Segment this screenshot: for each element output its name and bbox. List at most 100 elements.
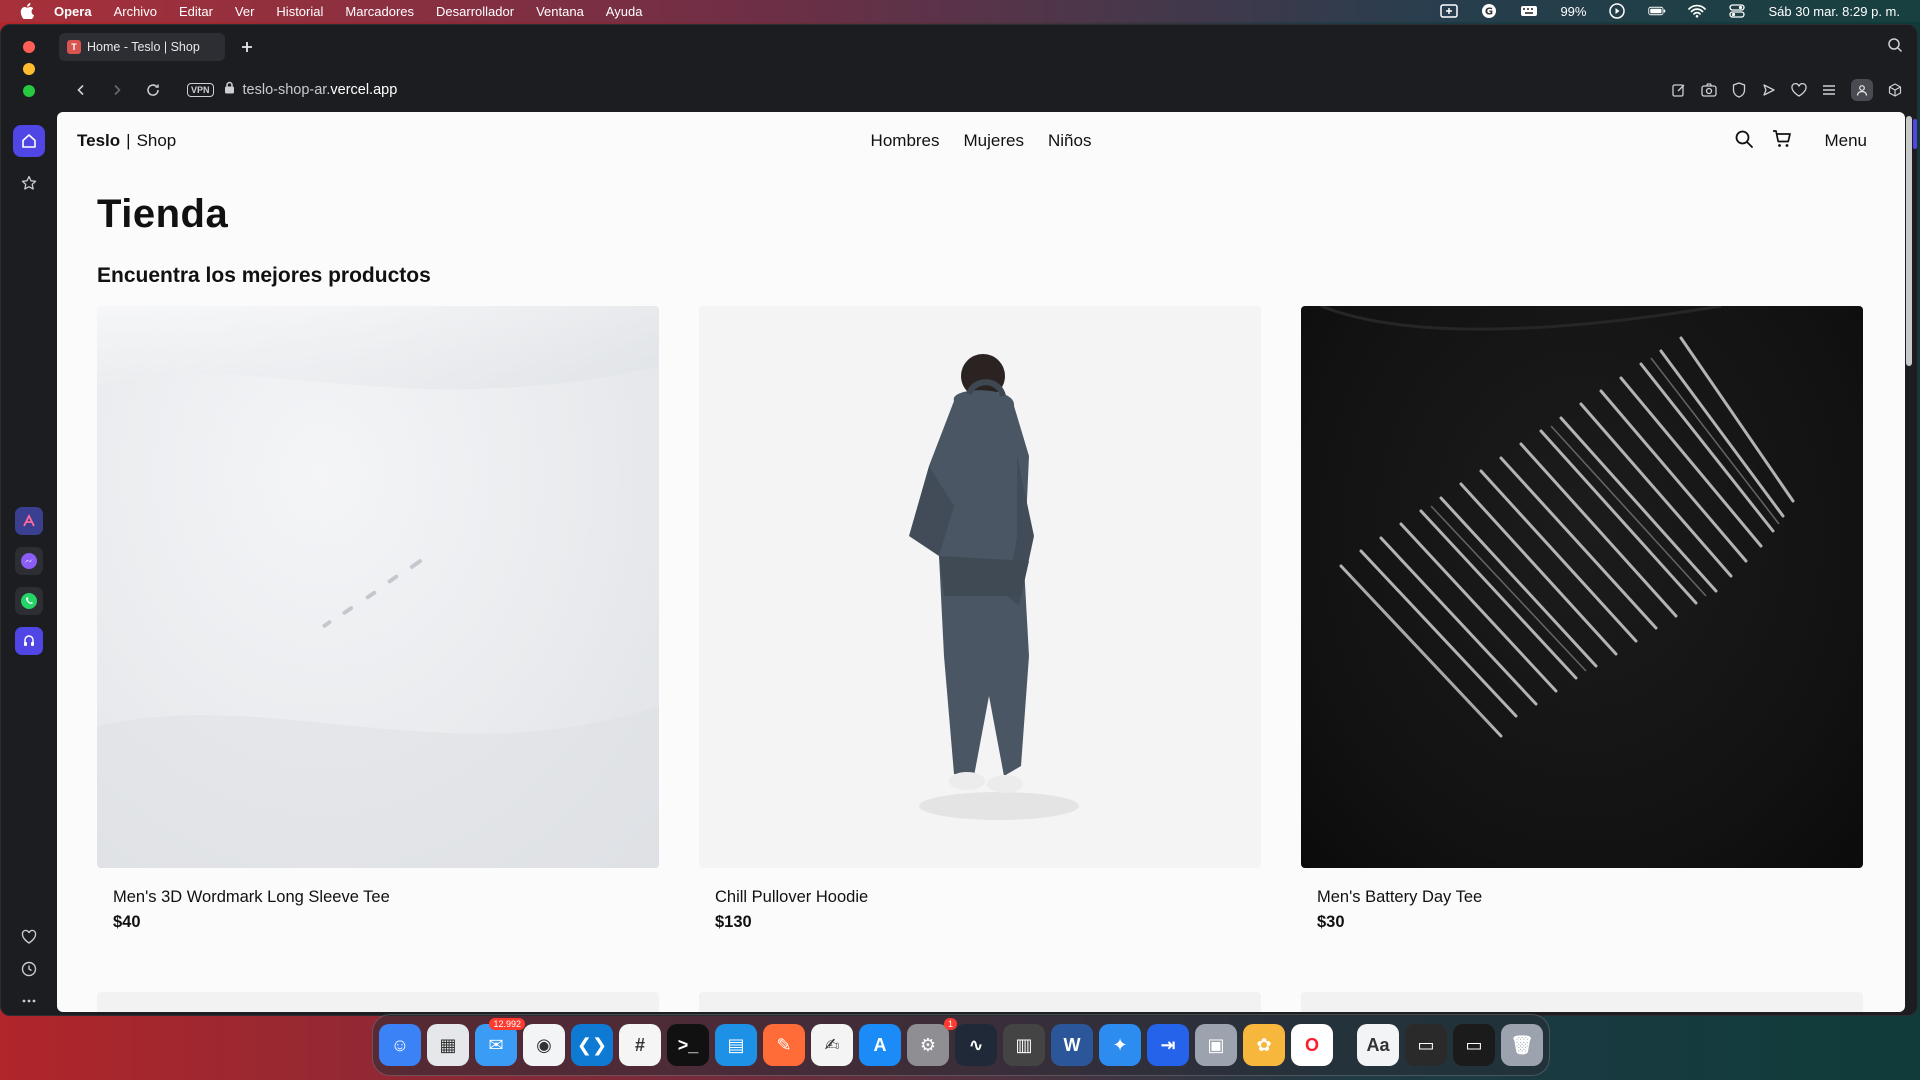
minimize-window-button[interactable] <box>23 63 35 75</box>
page-scrollbar[interactable] <box>1905 112 1913 1012</box>
product-card-placeholder[interactable] <box>97 992 659 1012</box>
home-icon[interactable] <box>13 125 45 157</box>
remote-desktop-icon[interactable]: ⇥ <box>1147 1024 1189 1066</box>
zoom-window-button[interactable] <box>23 85 35 97</box>
scrollbar-thumb[interactable] <box>1906 116 1912 366</box>
menu-desarrollador[interactable]: Desarrollador <box>425 4 525 19</box>
trash-icon[interactable]: 🗑 <box>1501 1024 1543 1066</box>
wifi-icon[interactable] <box>1688 4 1707 18</box>
svg-text:G: G <box>1485 7 1493 18</box>
product-grid: Men's 3D Wordmark Long Sleeve Tee $40 Ch… <box>97 306 1863 932</box>
calculator-icon[interactable]: ▥ <box>1003 1024 1045 1066</box>
back-button[interactable] <box>67 76 95 104</box>
flow-send-icon[interactable] <box>1761 82 1777 98</box>
notification-badge: 12.992 <box>489 1018 525 1030</box>
activity-monitor-icon[interactable]: ∿ <box>955 1024 997 1066</box>
new-tab-button[interactable] <box>237 37 257 57</box>
product-image-black-tee[interactable] <box>1301 306 1863 868</box>
tab-search-icon[interactable] <box>1887 37 1903 58</box>
word-icon[interactable]: W <box>1051 1024 1093 1066</box>
menu-ver[interactable]: Ver <box>224 4 266 19</box>
chrome-icon[interactable]: ◉ <box>523 1024 565 1066</box>
pinboard-star-icon[interactable] <box>13 167 45 199</box>
keyboard-icon[interactable] <box>1520 4 1538 18</box>
product-image-hoodie[interactable] <box>699 306 1261 868</box>
control-center-icon[interactable] <box>1728 4 1746 18</box>
aria-icon[interactable] <box>15 507 43 535</box>
mail-icon[interactable]: ✉ 12.992 <box>475 1018 525 1066</box>
product-image-white-tee[interactable] <box>97 306 659 868</box>
menu-app-name[interactable]: Opera <box>54 4 103 19</box>
vscode-icon[interactable]: ❮❯ <box>571 1024 613 1066</box>
forward-button[interactable] <box>103 76 131 104</box>
edit-page-icon[interactable] <box>1671 82 1687 98</box>
product-name[interactable]: Chill Pullover Hoodie <box>699 888 1261 907</box>
textedit-icon[interactable]: ✍ <box>811 1024 853 1066</box>
launchpad-icon[interactable]: ▦ <box>427 1024 469 1066</box>
menubar-datetime[interactable]: Sáb 30 mar. 8:29 p. m. <box>1768 4 1900 19</box>
finder-icon[interactable]: ☺ <box>379 1024 421 1066</box>
window-thumb-icon[interactable]: ▭ <box>1453 1024 1495 1066</box>
vpn-badge[interactable]: VPN <box>187 83 214 97</box>
screen-share-icon[interactable] <box>1440 4 1459 18</box>
messenger-icon[interactable] <box>15 547 43 575</box>
system-settings-icon[interactable]: ⚙ 1 <box>907 1018 957 1066</box>
safari-icon[interactable]: ✦ <box>1099 1024 1141 1066</box>
page-subtitle: Encuentra los mejores productos <box>97 264 431 287</box>
window-thumb-icon[interactable]: ▭ <box>1405 1024 1447 1066</box>
reload-button[interactable] <box>139 76 167 104</box>
snapshot-camera-icon[interactable] <box>1701 82 1717 98</box>
product-card[interactable]: Men's Battery Day Tee $30 <box>1301 306 1863 932</box>
play-icon[interactable] <box>1608 3 1626 19</box>
apple-menu-icon[interactable] <box>20 3 34 19</box>
docker-icon[interactable]: ▤ <box>715 1024 757 1066</box>
appstore-icon[interactable]: A <box>859 1024 901 1066</box>
font-book-icon[interactable]: Aa <box>1357 1024 1399 1066</box>
slack-icon[interactable]: # <box>619 1024 661 1066</box>
favorites-heart-icon[interactable] <box>13 921 45 953</box>
close-window-button[interactable] <box>23 41 35 53</box>
sidebar-toggle-accent[interactable] <box>1913 119 1917 149</box>
nav-link-hombres[interactable]: Hombres <box>863 125 948 157</box>
product-card-placeholder[interactable] <box>699 992 1261 1012</box>
header-actions: Menu <box>1734 129 1867 154</box>
postman-icon[interactable]: ✎ <box>763 1024 805 1066</box>
menu-ayuda[interactable]: Ayuda <box>595 4 654 19</box>
product-card[interactable]: Chill Pullover Hoodie $130 <box>699 306 1261 932</box>
terminal-icon[interactable]: >_ <box>667 1024 709 1066</box>
music-player-icon[interactable] <box>15 627 43 655</box>
product-name[interactable]: Men's 3D Wordmark Long Sleeve Tee <box>97 888 659 907</box>
more-options-icon[interactable] <box>13 985 45 1015</box>
preview-icon[interactable]: ▣ <box>1195 1024 1237 1066</box>
site-logo[interactable]: Teslo | Shop <box>77 131 176 151</box>
menu-button[interactable]: Menu <box>1824 131 1867 151</box>
cart-icon[interactable] <box>1772 129 1792 154</box>
menu-ventana[interactable]: Ventana <box>525 4 595 19</box>
search-icon[interactable] <box>1734 129 1754 154</box>
menu-historial[interactable]: Historial <box>265 4 334 19</box>
grammarly-icon[interactable]: G <box>1480 4 1498 18</box>
product-card-placeholder[interactable] <box>1301 992 1863 1012</box>
url-field[interactable]: teslo-shop-ar.vercel.app <box>243 82 398 98</box>
product-name[interactable]: Men's Battery Day Tee <box>1301 888 1863 907</box>
menu-marcadores[interactable]: Marcadores <box>334 4 425 19</box>
tab-home-teslo[interactable]: T Home - Teslo | Shop <box>59 33 225 61</box>
battery-icon[interactable] <box>1648 4 1666 18</box>
product-card[interactable]: Men's 3D Wordmark Long Sleeve Tee $40 <box>97 306 659 932</box>
history-clock-icon[interactable] <box>13 953 45 985</box>
bookmark-heart-icon[interactable] <box>1791 82 1807 98</box>
lock-icon[interactable] <box>224 81 235 99</box>
easy-setup-menu-icon[interactable] <box>1821 82 1837 98</box>
keka-icon[interactable]: ✿ <box>1243 1024 1285 1066</box>
menu-archivo[interactable]: Archivo <box>103 4 168 19</box>
whatsapp-icon[interactable] <box>15 587 43 615</box>
nav-link-mujeres[interactable]: Mujeres <box>956 125 1032 157</box>
adblock-shield-icon[interactable] <box>1731 82 1747 98</box>
page-viewport: Teslo | Shop Hombres Mujeres Niños Menu … <box>57 112 1905 1012</box>
battery-percent: 99% <box>1560 3 1587 19</box>
menu-editar[interactable]: Editar <box>168 4 224 19</box>
profile-avatar-icon[interactable] <box>1851 79 1873 101</box>
nav-link-ninos[interactable]: Niños <box>1040 125 1099 157</box>
extensions-cube-icon[interactable] <box>1887 82 1903 98</box>
opera-icon[interactable]: O <box>1291 1024 1333 1066</box>
